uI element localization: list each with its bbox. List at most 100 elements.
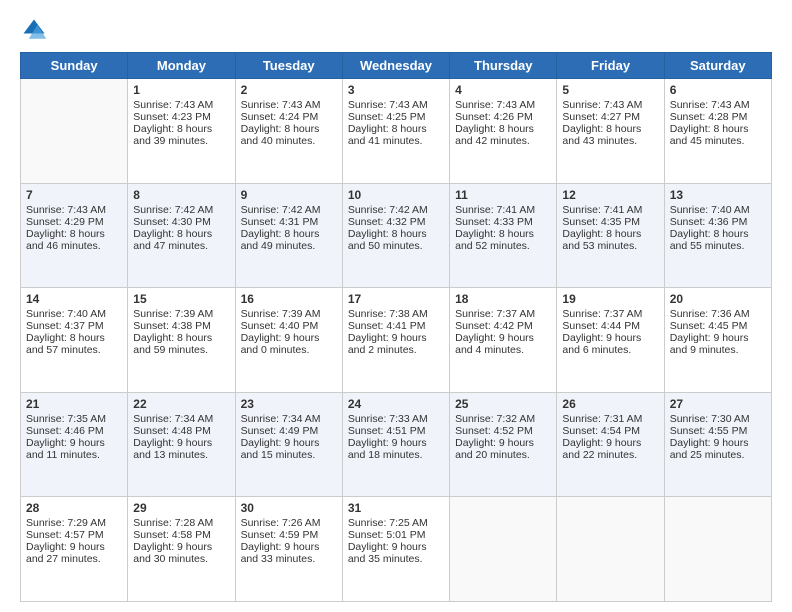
sunset-text: Sunset: 4:49 PM: [241, 425, 337, 437]
daylight-text: Daylight: 9 hours and 11 minutes.: [26, 437, 122, 461]
calendar-cell: 24Sunrise: 7:33 AMSunset: 4:51 PMDayligh…: [342, 392, 449, 497]
header: [20, 16, 772, 44]
calendar-cell: 23 Sunrise: 7:34 AMSunset: 4:49 PMDayligh…: [235, 392, 342, 497]
calendar-cell: 28Sunrise: 7:29 AMSunset: 4:57 PMDayligh…: [21, 497, 128, 602]
sunrise-text: Sunrise: 7:43 AM: [26, 204, 122, 216]
sunset-text: Sunset: 4:54 PM: [562, 425, 658, 437]
sunrise-text: Sunrise: 7:25 AM: [348, 517, 444, 529]
sunrise-text: Sunrise: 7:42 AM: [348, 204, 444, 216]
logo: [20, 16, 52, 44]
sunset-text: Sunset: 4:59 PM: [241, 529, 337, 541]
sunset-text: Sunset: 4:26 PM: [455, 111, 551, 123]
calendar-cell: 22Sunrise: 7:34 AMSunset: 4:48 PMDayligh…: [128, 392, 235, 497]
day-number: 16: [241, 292, 337, 306]
calendar-week-row: 28Sunrise: 7:29 AMSunset: 4:57 PMDayligh…: [21, 497, 772, 602]
day-number: 25: [455, 397, 551, 411]
sunset-text: Sunset: 4:57 PM: [26, 529, 122, 541]
calendar-cell: 15Sunrise: 7:39 AMSunset: 4:38 PMDayligh…: [128, 288, 235, 393]
day-number: 27: [670, 397, 766, 411]
page: SundayMondayTuesdayWednesdayThursdayFrid…: [0, 0, 792, 612]
sunrise-text: Sunrise: 7:32 AM: [455, 413, 551, 425]
daylight-text: Daylight: 9 hours and 6 minutes.: [562, 332, 658, 356]
calendar-cell: 9Sunrise: 7:42 AMSunset: 4:31 PMDaylight…: [235, 183, 342, 288]
day-number: 20: [670, 292, 766, 306]
sunset-text: Sunset: 4:28 PM: [670, 111, 766, 123]
sunset-text: Sunset: 4:32 PM: [348, 216, 444, 228]
calendar-cell: [664, 497, 771, 602]
calendar-cell: 11Sunrise: 7:41 AMSunset: 4:33 PMDayligh…: [450, 183, 557, 288]
day-number: 24: [348, 397, 444, 411]
sunrise-text: Sunrise: 7:34 AM: [241, 413, 337, 425]
day-number: 17: [348, 292, 444, 306]
sunset-text: Sunset: 4:41 PM: [348, 320, 444, 332]
calendar-cell: 5Sunrise: 7:43 AMSunset: 4:27 PMDaylight…: [557, 79, 664, 184]
sunrise-text: Sunrise: 7:34 AM: [133, 413, 229, 425]
daylight-text: Daylight: 8 hours and 55 minutes.: [670, 228, 766, 252]
calendar-cell: 12Sunrise: 7:41 AMSunset: 4:35 PMDayligh…: [557, 183, 664, 288]
sunrise-text: Sunrise: 7:38 AM: [348, 308, 444, 320]
day-number: 11: [455, 188, 551, 202]
daylight-text: Daylight: 9 hours and 15 minutes.: [241, 437, 337, 461]
calendar-header-monday: Monday: [128, 53, 235, 79]
sunrise-text: Sunrise: 7:43 AM: [455, 99, 551, 111]
daylight-text: Daylight: 8 hours and 43 minutes.: [562, 123, 658, 147]
calendar-cell: 25Sunrise: 7:32 AMSunset: 4:52 PMDayligh…: [450, 392, 557, 497]
day-number: 23: [241, 397, 337, 411]
daylight-text: Daylight: 9 hours and 4 minutes.: [455, 332, 551, 356]
sunset-text: Sunset: 4:30 PM: [133, 216, 229, 228]
daylight-text: Daylight: 8 hours and 45 minutes.: [670, 123, 766, 147]
sunrise-text: Sunrise: 7:43 AM: [562, 99, 658, 111]
daylight-text: Daylight: 9 hours and 9 minutes.: [670, 332, 766, 356]
calendar-cell: [450, 497, 557, 602]
calendar-cell: 18 Sunrise: 7:37 AMSunset: 4:42 PMDayligh…: [450, 288, 557, 393]
calendar-cell: [557, 497, 664, 602]
sunrise-text: Sunrise: 7:41 AM: [455, 204, 551, 216]
sunrise-text: Sunrise: 7:42 AM: [133, 204, 229, 216]
calendar-cell: 17Sunrise: 7:38 AMSunset: 4:41 PMDayligh…: [342, 288, 449, 393]
sunset-text: Sunset: 4:25 PM: [348, 111, 444, 123]
sunrise-text: Sunrise: 7:29 AM: [26, 517, 122, 529]
sunset-text: Sunset: 4:44 PM: [562, 320, 658, 332]
calendar-week-row: 7Sunrise: 7:43 AMSunset: 4:29 PMDaylight…: [21, 183, 772, 288]
day-number: 29: [133, 501, 229, 515]
day-number: 4: [455, 83, 551, 97]
logo-icon: [20, 16, 48, 44]
sunrise-text: Sunrise: 7:30 AM: [670, 413, 766, 425]
calendar-header-friday: Friday: [557, 53, 664, 79]
calendar-header-saturday: Saturday: [664, 53, 771, 79]
day-number: 21: [26, 397, 122, 411]
daylight-text: Daylight: 8 hours and 57 minutes.: [26, 332, 122, 356]
calendar-cell: 8 Sunrise: 7:42 AMSunset: 4:30 PMDaylight…: [128, 183, 235, 288]
calendar-week-row: 21Sunrise: 7:35 AMSunset: 4:46 PMDayligh…: [21, 392, 772, 497]
sunset-text: Sunset: 4:42 PM: [455, 320, 551, 332]
day-number: 8: [133, 188, 229, 202]
calendar-week-row: 1Sunrise: 7:43 AMSunset: 4:23 PMDaylight…: [21, 79, 772, 184]
sunset-text: Sunset: 4:55 PM: [670, 425, 766, 437]
day-number: 18: [455, 292, 551, 306]
sunset-text: Sunset: 4:52 PM: [455, 425, 551, 437]
sunrise-text: Sunrise: 7:28 AM: [133, 517, 229, 529]
daylight-text: Daylight: 9 hours and 27 minutes.: [26, 541, 122, 565]
day-number: 30: [241, 501, 337, 515]
sunrise-text: Sunrise: 7:40 AM: [26, 308, 122, 320]
sunrise-text: Sunrise: 7:33 AM: [348, 413, 444, 425]
day-number: 3: [348, 83, 444, 97]
day-number: 15: [133, 292, 229, 306]
day-number: 10: [348, 188, 444, 202]
day-number: 7: [26, 188, 122, 202]
calendar-cell: 3Sunrise: 7:43 AMSunset: 4:25 PMDaylight…: [342, 79, 449, 184]
calendar-cell: 1Sunrise: 7:43 AMSunset: 4:23 PMDaylight…: [128, 79, 235, 184]
daylight-text: Daylight: 8 hours and 49 minutes.: [241, 228, 337, 252]
calendar-cell: 31Sunrise: 7:25 AMSunset: 5:01 PMDayligh…: [342, 497, 449, 602]
daylight-text: Daylight: 8 hours and 47 minutes.: [133, 228, 229, 252]
daylight-text: Daylight: 8 hours and 59 minutes.: [133, 332, 229, 356]
calendar-cell: 21Sunrise: 7:35 AMSunset: 4:46 PMDayligh…: [21, 392, 128, 497]
sunset-text: Sunset: 4:51 PM: [348, 425, 444, 437]
calendar-cell: 10Sunrise: 7:42 AMSunset: 4:32 PMDayligh…: [342, 183, 449, 288]
sunrise-text: Sunrise: 7:43 AM: [133, 99, 229, 111]
sunset-text: Sunset: 4:58 PM: [133, 529, 229, 541]
day-number: 12: [562, 188, 658, 202]
sunrise-text: Sunrise: 7:37 AM: [455, 308, 551, 320]
daylight-text: Daylight: 8 hours and 42 minutes.: [455, 123, 551, 147]
daylight-text: Daylight: 9 hours and 30 minutes.: [133, 541, 229, 565]
